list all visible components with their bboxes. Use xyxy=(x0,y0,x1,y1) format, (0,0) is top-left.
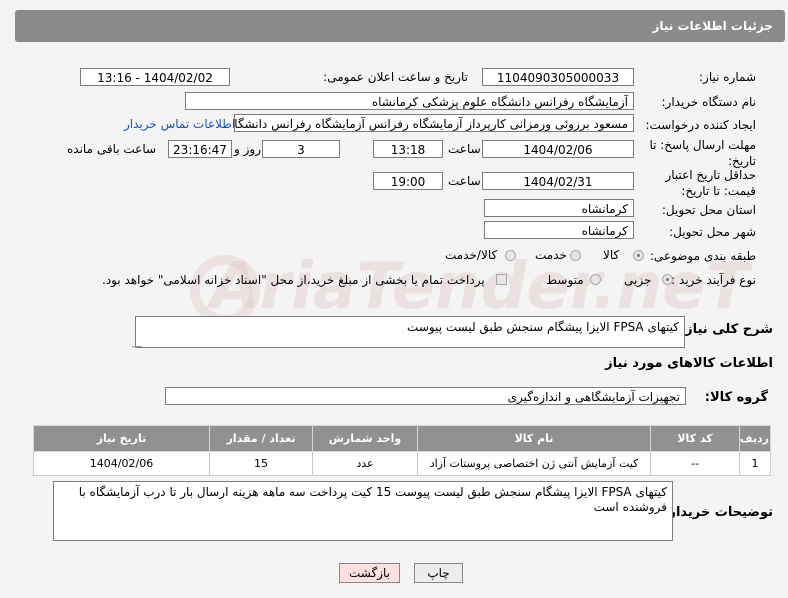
table-header-row: ردیف کد کالا نام کالا واحد شمارش تعداد /… xyxy=(33,425,771,452)
goods-section-title: اطلاعات کالاهای مورد نیاز xyxy=(605,356,773,371)
days-field: 3 xyxy=(262,140,340,158)
category-option-goods-service: کالا/خدمت xyxy=(445,248,498,262)
buyer-notes-label: توضیحات خریدار: xyxy=(663,505,773,520)
cell-unit: عدد xyxy=(312,451,418,476)
need-number-field: 1104090305000033 xyxy=(482,68,634,86)
col-header-item-name: نام کالا xyxy=(417,425,651,452)
goods-table: ردیف کد کالا نام کالا واحد شمارش تعداد /… xyxy=(33,425,771,476)
deadline-time-field: 13:18 xyxy=(373,140,443,158)
creator-label: ایجاد کننده درخواست: xyxy=(645,118,756,132)
treasury-payment-note: پرداخت تمام یا بخشی از مبلغ خرید،از محل … xyxy=(102,273,485,287)
description-label: شرح کلی نیاز: xyxy=(679,322,773,337)
process-radio-minor[interactable] xyxy=(662,274,673,285)
validity-label: حداقل تاریخ اعتبار قیمت: تا تاریخ: xyxy=(665,168,756,198)
col-header-need-date: تاریخ نیاز xyxy=(33,425,210,452)
creator-field: مسعود برزوئی ورمزانی کارپرداز آزمایشگاه … xyxy=(234,114,634,132)
cell-item-code: -- xyxy=(650,451,740,476)
category-radio-goods-service[interactable] xyxy=(505,250,516,261)
category-radio-goods[interactable] xyxy=(633,250,644,261)
remaining-time-label: ساعت باقی مانده xyxy=(67,142,157,156)
deadline-date-field: 1404/02/06 xyxy=(482,140,634,158)
col-header-unit: واحد شمارش xyxy=(312,425,418,452)
back-button[interactable]: بازگشت xyxy=(339,563,400,583)
cell-item-name: کیت آزمایش آنتی ژن اختصاصی پروستات آزاد xyxy=(417,451,651,476)
buyer-notes-field: کیتهای FPSA الایزا پیشگام سنجش طبق لیست … xyxy=(53,481,673,541)
cell-row-number: 1 xyxy=(739,451,771,476)
col-header-row-number: ردیف xyxy=(739,425,771,452)
buyer-org-field: آزمایشگاه رفرانس دانشگاه علوم پزشکی کرما… xyxy=(185,92,634,110)
page-header: جزئیات اطلاعات نیاز xyxy=(15,10,785,42)
need-number-label: شماره نیاز: xyxy=(699,70,756,84)
process-option-medium: متوسط xyxy=(546,273,584,287)
city-field: کرمانشاه xyxy=(484,221,634,239)
table-row: 1 -- کیت آزمایش آنتی ژن اختصاصی پروستات … xyxy=(33,451,771,476)
col-header-quantity: تعداد / مقدار xyxy=(209,425,313,452)
goods-group-label: گروه کالا: xyxy=(704,390,768,405)
process-radio-medium[interactable] xyxy=(590,274,601,285)
contact-buyer-link[interactable]: اطلاعات تماس خریدار xyxy=(124,117,235,131)
treasury-payment-checkbox[interactable] xyxy=(496,274,507,285)
validity-date-field: 1404/02/31 xyxy=(482,172,634,190)
category-option-service: خدمت xyxy=(535,248,567,262)
col-header-item-code: کد کالا xyxy=(650,425,740,452)
category-label: طبقه بندی موضوعی: xyxy=(649,249,756,263)
watermark-logo-icon xyxy=(190,255,260,325)
cell-need-date: 1404/02/06 xyxy=(33,451,210,476)
province-label: استان محل تحویل: xyxy=(661,203,756,217)
cell-quantity: 15 xyxy=(209,451,313,476)
city-label: شهر محل تحویل: xyxy=(669,225,756,239)
province-field: کرمانشاه xyxy=(484,199,634,217)
page-title: جزئیات اطلاعات نیاز xyxy=(652,19,773,33)
remaining-time-field: 23:16:47 xyxy=(168,140,232,158)
validity-time-label: ساعت xyxy=(448,174,481,188)
description-field: کیتهای FPSA الایزا پیشگام سنجش طبق لیست … xyxy=(135,316,685,348)
deadline-label: مهلت ارسال پاسخ: تا تاریخ: xyxy=(649,138,756,168)
validity-time-field: 19:00 xyxy=(373,172,443,190)
days-label: روز و xyxy=(234,142,261,156)
process-label: نوع فرآیند خرید : xyxy=(671,273,756,287)
process-option-minor: جزیی xyxy=(624,273,652,287)
category-option-goods: کالا xyxy=(603,248,620,262)
deadline-time-label: ساعت xyxy=(448,142,481,156)
announce-label: تاریخ و ساعت اعلان عمومی: xyxy=(323,70,468,84)
buyer-org-label: نام دستگاه خریدار: xyxy=(661,95,757,109)
category-radio-service[interactable] xyxy=(570,250,581,261)
goods-group-field: تجهیزات آزمایشگاهی و اندازه‌گیری xyxy=(165,387,686,405)
print-button[interactable]: چاپ xyxy=(414,563,463,583)
announce-field: 1404/02/02 - 13:16 xyxy=(80,68,230,86)
